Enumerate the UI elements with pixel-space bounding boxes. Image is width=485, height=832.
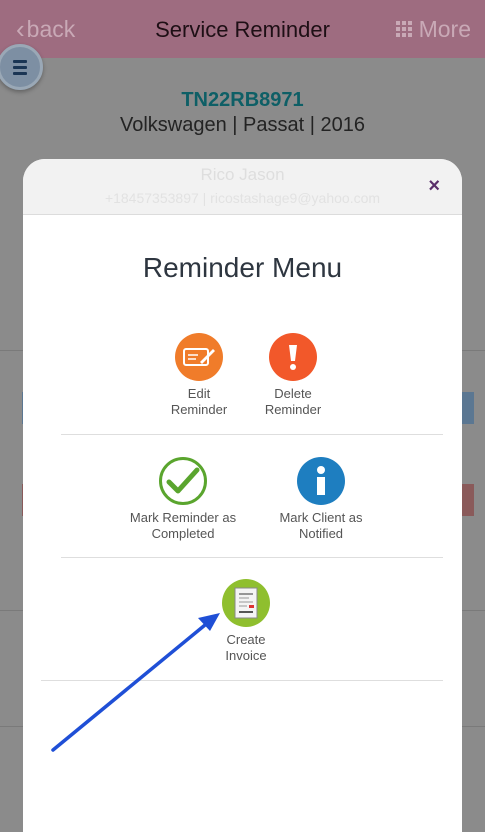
vehicle-plate: TN22RB8971 [181, 89, 304, 111]
option-label: Reminder [170, 402, 228, 417]
create-invoice-button[interactable]: Create Invoice [206, 579, 286, 664]
option-label: Edit [187, 386, 211, 401]
app-header: ‹ back More [0, 0, 485, 58]
option-label: Reminder [264, 402, 322, 417]
reminder-menu-modal: Rico Jason +18457353897 | ricostashage9@… [23, 159, 462, 832]
option-label: Invoice [225, 648, 267, 663]
mark-notified-button[interactable]: Mark Client as Notified [261, 457, 381, 542]
option-label: Mark Reminder as [129, 510, 237, 525]
divider [41, 680, 443, 681]
more-button[interactable]: More [395, 15, 471, 43]
background-tag [462, 484, 474, 516]
client-contact: +18457353897 | ricostashage9@yahoo.com [104, 190, 381, 206]
vehicle-description: Volkswagen | Passat | 2016 [120, 114, 365, 136]
back-button[interactable]: ‹ back [16, 14, 75, 45]
option-label: Mark Client as [279, 510, 363, 525]
option-label: Delete [274, 386, 312, 401]
delete-reminder-button[interactable]: Delete Reminder [253, 333, 333, 418]
back-label: back [26, 15, 76, 42]
option-label: Notified [298, 526, 344, 541]
divider [61, 434, 443, 435]
mark-completed-button[interactable]: Mark Reminder as Completed [123, 457, 243, 542]
edit-reminder-button[interactable]: Edit Reminder [159, 333, 239, 418]
client-name: Rico Jason [200, 165, 285, 184]
divider [61, 557, 443, 558]
more-label: More [418, 15, 471, 42]
modal-header: Rico Jason +18457353897 | ricostashage9@… [23, 159, 462, 215]
grid-icon [395, 21, 412, 37]
close-icon[interactable]: × [428, 176, 440, 196]
modal-title: Reminder Menu [142, 252, 343, 283]
background-tag [462, 392, 474, 424]
invoice-document-icon [222, 579, 270, 627]
option-label: Completed [151, 526, 215, 541]
edit-pen-icon [175, 333, 223, 381]
checkmark-icon [159, 457, 207, 505]
exclamation-icon [269, 333, 317, 381]
chevron-left-icon: ‹ [16, 13, 25, 44]
info-icon [297, 457, 345, 505]
option-label: Create [226, 632, 266, 647]
